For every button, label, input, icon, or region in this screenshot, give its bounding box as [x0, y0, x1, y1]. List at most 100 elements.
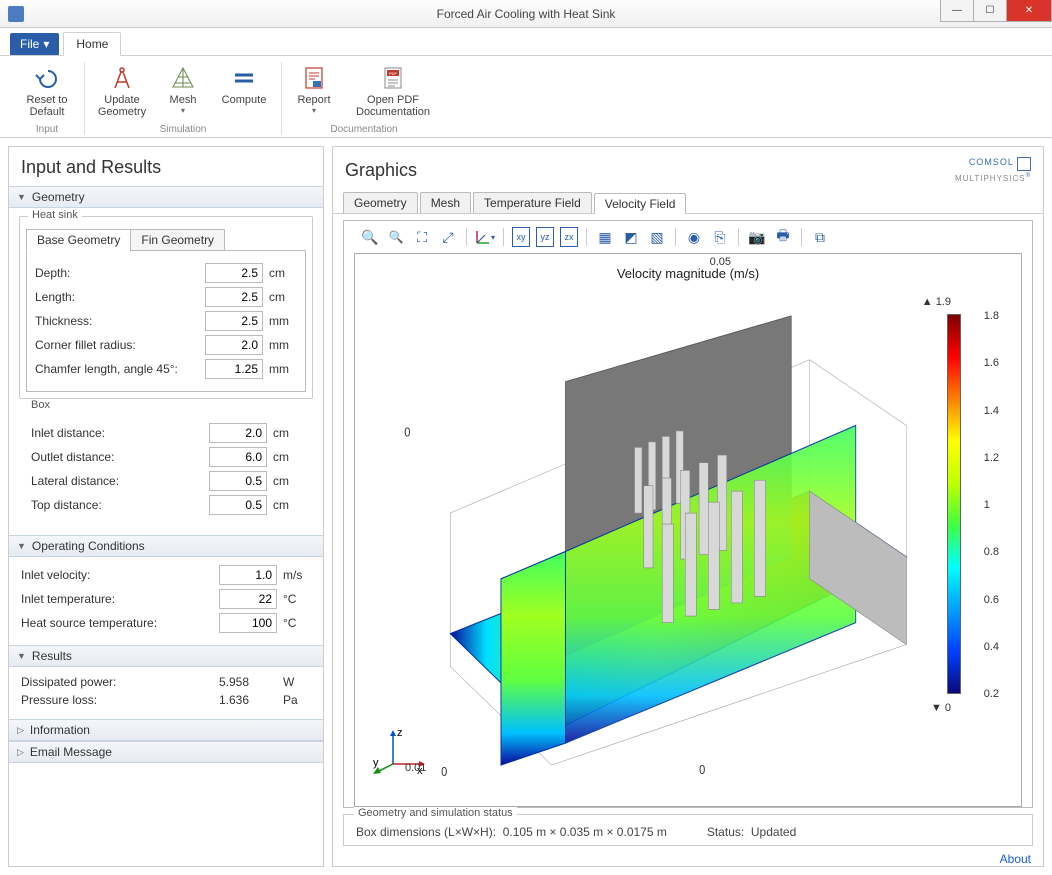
pdf-icon: PDF — [379, 64, 407, 92]
param-input[interactable] — [219, 613, 277, 633]
plot-area[interactable]: 0.05 Velocity magnitude (m/s) — [354, 253, 1022, 807]
collapse-icon: ▼ — [17, 192, 26, 202]
param-row: Corner fillet radius:mm — [35, 335, 297, 355]
comsol-logo: COMSOL MULTIPHYSICS® — [955, 157, 1031, 184]
param-input[interactable] — [205, 335, 263, 355]
colorbar-tick: 0.8 — [984, 546, 999, 558]
param-input[interactable] — [209, 471, 267, 491]
print-icon[interactable]: 🖶 — [773, 227, 793, 247]
param-unit: cm — [273, 498, 301, 512]
home-tab[interactable]: Home — [63, 32, 121, 56]
equals-icon — [230, 64, 258, 92]
window-icon[interactable]: ⧉ — [810, 227, 830, 247]
zoom-extents-icon[interactable]: ⤢ — [438, 227, 458, 247]
param-input[interactable] — [205, 311, 263, 331]
section-geometry[interactable]: ▼ Geometry — [9, 186, 323, 208]
tab-base-geometry[interactable]: Base Geometry — [26, 229, 131, 251]
param-row: Thickness:mm — [35, 311, 297, 331]
svg-text:y: y — [373, 757, 379, 769]
section-operating[interactable]: ▼ Operating Conditions — [9, 535, 323, 557]
chevron-down-icon: ▾ — [181, 106, 185, 115]
minimize-button[interactable]: — — [940, 0, 974, 22]
scene-light-icon[interactable]: ◩ — [621, 227, 641, 247]
param-row: Outlet distance:cm — [31, 447, 301, 467]
chevron-down-icon: ▾ — [312, 106, 316, 115]
param-unit: cm — [273, 450, 301, 464]
graphics-tab-mesh[interactable]: Mesh — [420, 192, 471, 213]
colorbar-tick: 1.6 — [984, 357, 999, 369]
param-row: Inlet distance: cm — [31, 423, 301, 443]
section-information[interactable]: ▷ Information — [9, 719, 323, 741]
axis-triad-icon[interactable]: ▾ — [475, 227, 495, 247]
zoom-out-icon[interactable]: 🔍 — [386, 227, 406, 247]
param-input[interactable] — [209, 423, 267, 443]
update-geometry-button[interactable]: Update Geometry — [93, 62, 151, 120]
view-zx-button[interactable]: zx — [560, 227, 578, 247]
chevron-down-icon: ▾ — [43, 37, 49, 51]
param-unit: W — [283, 675, 311, 689]
view-yz-button[interactable]: yz — [536, 227, 554, 247]
file-menu[interactable]: File ▾ — [10, 33, 59, 55]
param-input[interactable] — [205, 263, 263, 283]
svg-text:0: 0 — [404, 425, 410, 440]
open-pdf-button[interactable]: PDF Open PDF Documentation — [348, 62, 438, 120]
compass-icon — [108, 64, 136, 92]
plot-3d-view: 0 0 0 — [395, 294, 911, 776]
menu-tabs: File ▾ Home — [0, 28, 1052, 56]
tab-fin-geometry[interactable]: Fin Geometry — [130, 229, 225, 251]
view-xy-button[interactable]: xy — [512, 227, 530, 247]
colorbar-min: ▼ 0 — [931, 702, 951, 714]
param-input[interactable] — [219, 589, 277, 609]
ribbon-group-documentation: Documentation — [330, 124, 397, 135]
grid-icon[interactable]: ▦ — [595, 227, 615, 247]
graphics-tab-velocity-field[interactable]: Velocity Field — [594, 193, 687, 214]
param-input[interactable] — [205, 359, 263, 379]
colorbar-ticks: 1.81.61.41.210.80.60.40.2 — [984, 310, 999, 700]
param-input[interactable] — [205, 287, 263, 307]
param-input[interactable] — [219, 565, 277, 585]
param-label: Pressure loss: — [21, 693, 219, 707]
param-row: Dissipated power:5.958W — [21, 675, 311, 689]
reset-to-default-button[interactable]: Reset to Default — [18, 62, 76, 120]
zoom-in-icon[interactable]: 🔍 — [360, 227, 380, 247]
param-unit: mm — [269, 338, 297, 352]
param-input[interactable] — [209, 495, 267, 515]
param-value: 1.636 — [219, 693, 277, 707]
axis-triad: zxy 0.01 — [373, 726, 433, 788]
colorbar — [947, 314, 961, 694]
window-titlebar: Forced Air Cooling with Heat Sink — ☐ ✕ — [0, 0, 1052, 28]
colorbar-tick: 1.2 — [984, 452, 999, 464]
report-button[interactable]: Report ▾ — [290, 62, 338, 120]
compute-button[interactable]: Compute — [215, 62, 273, 120]
param-row: Chamfer length, angle 45°:mm — [35, 359, 297, 379]
maximize-button[interactable]: ☐ — [973, 0, 1007, 22]
param-label: Chamfer length, angle 45°: — [35, 362, 205, 376]
param-unit: °C — [283, 592, 311, 606]
file-menu-label: File — [20, 37, 39, 51]
close-button[interactable]: ✕ — [1006, 0, 1052, 22]
graphics-tab-geometry[interactable]: Geometry — [343, 192, 418, 213]
mesh-button[interactable]: Mesh ▾ — [161, 62, 205, 120]
param-label: Lateral distance: — [31, 474, 209, 488]
snapshot-icon[interactable]: 📷 — [747, 227, 767, 247]
param-unit: m/s — [283, 568, 311, 582]
plot-title: Velocity magnitude (m/s) — [617, 266, 759, 281]
transparency-icon[interactable]: ▧ — [647, 227, 667, 247]
zoom-box-icon[interactable]: ⛶ — [412, 227, 432, 247]
heat-sink-fieldset: Heat sink Base Geometry Fin Geometry Dep… — [19, 216, 313, 399]
expand-icon: ▷ — [17, 747, 24, 758]
copy-icon[interactable]: ⎘ — [710, 227, 730, 247]
section-results[interactable]: ▼ Results — [9, 645, 323, 667]
param-unit: cm — [273, 426, 301, 440]
param-unit: cm — [273, 474, 301, 488]
param-value: 5.958 — [219, 675, 277, 689]
param-row: Heat source temperature:°C — [21, 613, 311, 633]
param-unit: mm — [269, 314, 297, 328]
section-email[interactable]: ▷ Email Message — [9, 741, 323, 763]
param-input[interactable] — [209, 447, 267, 467]
graphics-tab-temperature-field[interactable]: Temperature Field — [473, 192, 592, 213]
param-unit: cm — [269, 290, 297, 304]
about-link[interactable]: About — [333, 846, 1043, 866]
param-label: Inlet distance: — [31, 426, 209, 440]
select-icon[interactable]: ◉ — [684, 227, 704, 247]
